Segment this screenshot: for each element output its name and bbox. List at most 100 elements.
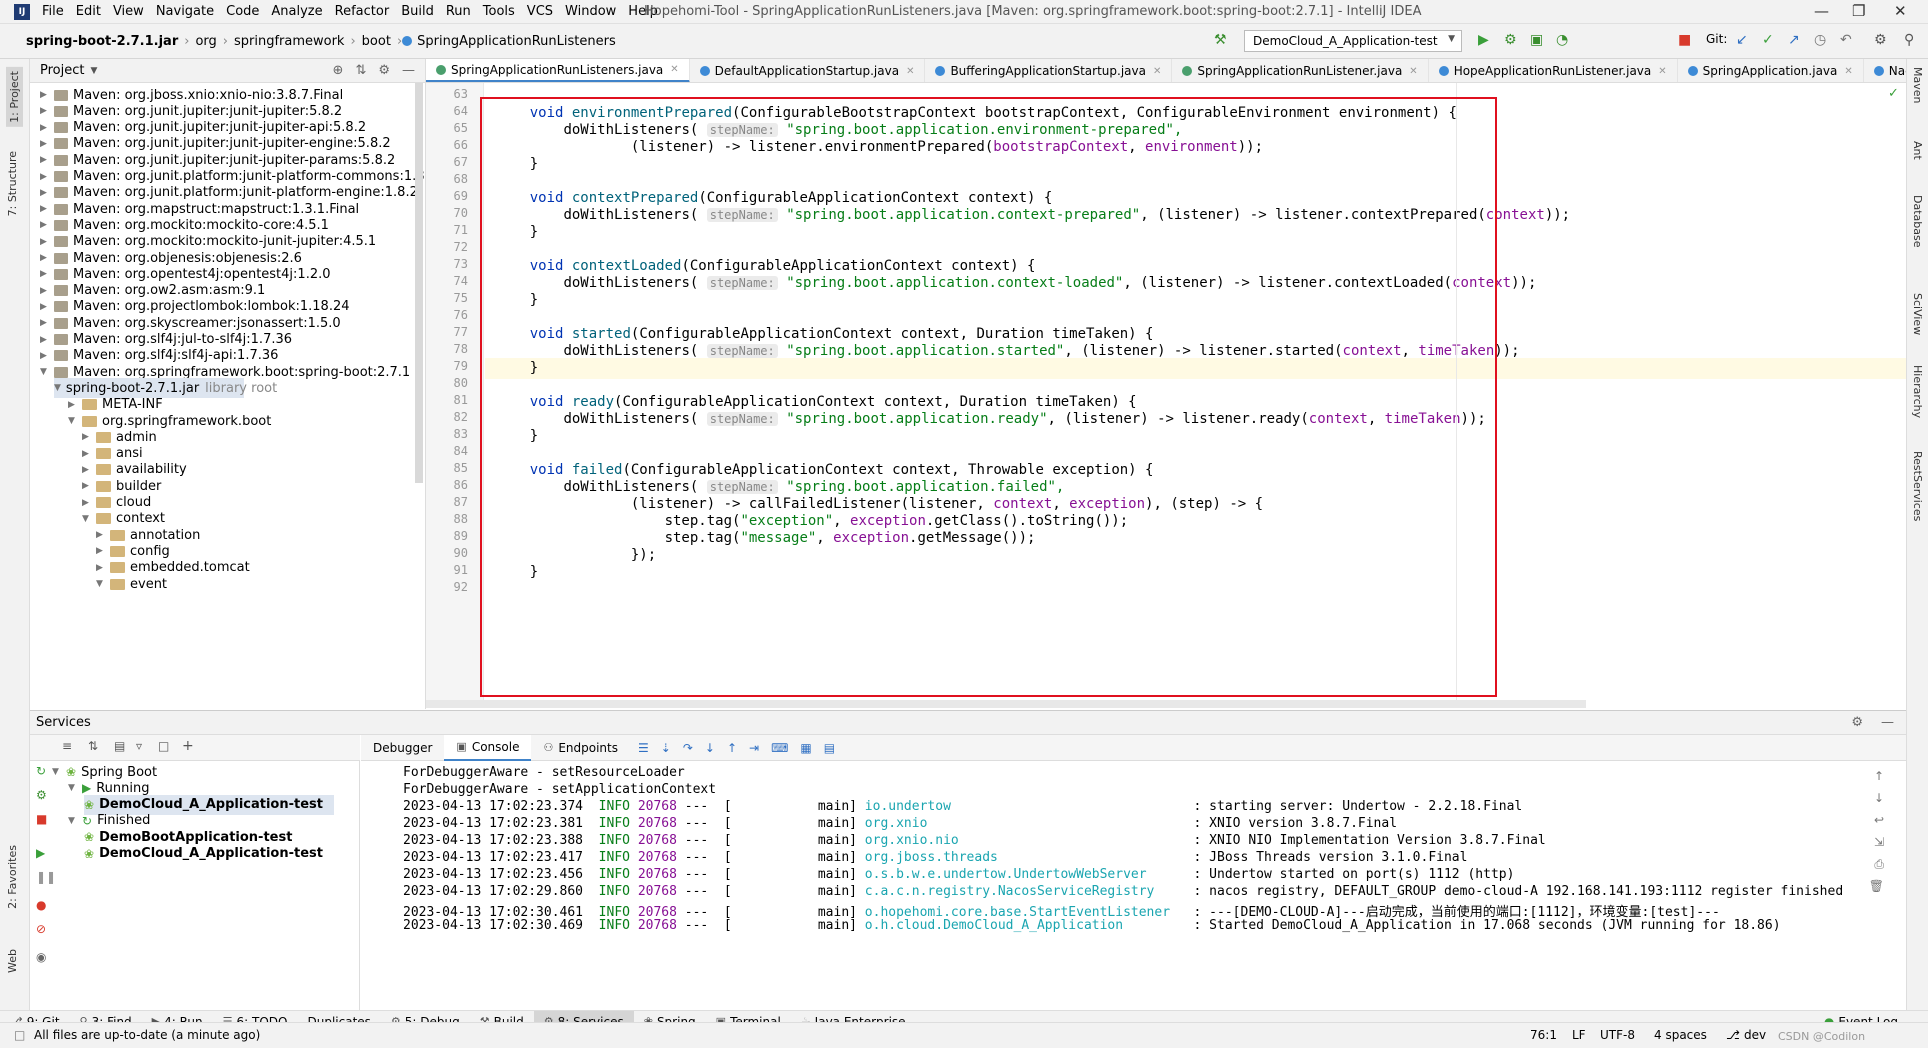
- profile-icon[interactable]: ◔: [1556, 32, 1568, 48]
- breadcrumb-boot[interactable]: boot: [356, 34, 397, 49]
- collapse-all-icon[interactable]: ⇅: [355, 63, 366, 78]
- chevron-right-icon[interactable]: ▶: [96, 530, 110, 540]
- scroll-up-icon[interactable]: ↑: [1874, 769, 1884, 783]
- breakpoint-icon[interactable]: ●: [36, 898, 46, 912]
- breadcrumb-class[interactable]: SpringApplicationRunListeners: [417, 34, 616, 49]
- chevron-right-icon[interactable]: ▶: [40, 90, 54, 100]
- menu-file[interactable]: File: [36, 4, 70, 19]
- editor-tab[interactable]: SpringApplicationRunListener.java ✕: [1172, 59, 1429, 82]
- camera-icon[interactable]: ◉: [36, 950, 46, 964]
- chevron-right-icon[interactable]: ▶: [96, 546, 110, 556]
- close-icon[interactable]: ✕: [1894, 2, 1907, 20]
- chevron-right-icon[interactable]: ▶: [82, 465, 96, 475]
- build-hammer-icon[interactable]: ⚒: [1214, 32, 1227, 48]
- chevron-down-icon[interactable]: ▼: [82, 514, 96, 524]
- close-tab-icon[interactable]: ✕: [1409, 66, 1417, 77]
- editor-tab[interactable]: SpringApplicationRunListeners.java ✕: [426, 59, 690, 82]
- chevron-right-icon[interactable]: ▶: [82, 481, 96, 491]
- tool-tab-database[interactable]: Database: [1911, 195, 1924, 248]
- close-tab-icon[interactable]: ✕: [670, 64, 678, 75]
- close-tab-icon[interactable]: ✕: [1844, 66, 1852, 77]
- project-scrollbar[interactable]: [415, 83, 423, 483]
- expand-all-icon[interactable]: ≡: [62, 739, 72, 753]
- tool-tab-sciview[interactable]: SciView: [1911, 293, 1924, 335]
- collapse-all-icon[interactable]: ⇅: [88, 739, 98, 753]
- chevron-right-icon[interactable]: ▶: [82, 498, 96, 508]
- rollback-icon[interactable]: ↶: [1840, 32, 1852, 48]
- tool-tab-favorites[interactable]: 2: Favorites: [6, 845, 19, 909]
- chevron-right-icon[interactable]: ▶: [40, 139, 54, 149]
- scroll-down-icon[interactable]: ⇣: [661, 741, 671, 755]
- evaluate-icon[interactable]: ⌨: [771, 741, 788, 755]
- hide-panel-icon[interactable]: —: [1881, 715, 1894, 730]
- tool-tab-restservices[interactable]: RestServices: [1911, 451, 1924, 521]
- menu-window[interactable]: Window: [559, 4, 622, 19]
- filter-icon[interactable]: ▿: [136, 739, 142, 753]
- locate-icon[interactable]: ⊕: [333, 63, 344, 78]
- run-icon[interactable]: ▶: [1478, 32, 1489, 48]
- tool-tab-ant[interactable]: Ant: [1911, 141, 1924, 160]
- inspection-ok-icon[interactable]: ✓: [1888, 86, 1899, 101]
- tool-tab-maven[interactable]: Maven: [1911, 67, 1924, 103]
- git-push-icon[interactable]: ↗: [1788, 32, 1800, 48]
- menu-tools[interactable]: Tools: [477, 4, 521, 19]
- settings-gear-icon[interactable]: ⚙: [1874, 32, 1887, 48]
- menu-navigate[interactable]: Navigate: [150, 4, 220, 19]
- chevron-down-icon[interactable]: ▼: [68, 783, 82, 793]
- log-logger[interactable]: io.undertow: [865, 799, 1186, 814]
- editor-tab[interactable]: SpringApplication.java ✕: [1678, 59, 1864, 82]
- editor-tab[interactable]: DefaultApplicationStartup.java ✕: [690, 59, 926, 82]
- menu-view[interactable]: View: [107, 4, 150, 19]
- indent-setting[interactable]: 4 spaces: [1654, 1028, 1707, 1042]
- soft-wrap-icon[interactable]: ↩: [1874, 813, 1884, 827]
- chevron-down-icon[interactable]: ▼: [96, 579, 110, 589]
- settings-gear-icon[interactable]: ⚙: [378, 63, 390, 78]
- chevron-right-icon[interactable]: ▶: [40, 269, 54, 279]
- close-tab-icon[interactable]: ✕: [1658, 66, 1666, 77]
- new-tab-icon[interactable]: □: [158, 739, 169, 753]
- debug-icon[interactable]: ⚙: [36, 788, 47, 802]
- menu-edit[interactable]: Edit: [70, 4, 107, 19]
- console-output[interactable]: ForDebuggerAware - setResourceLoader ForD…: [361, 761, 1906, 1011]
- status-panel-icon[interactable]: □: [14, 1028, 25, 1042]
- print-icon[interactable]: ⎙: [1874, 857, 1884, 872]
- chevron-right-icon[interactable]: ▶: [40, 220, 54, 230]
- chevron-right-icon[interactable]: ▶: [40, 172, 54, 182]
- chevron-down-icon[interactable]: ▼: [40, 367, 54, 377]
- tab-debugger[interactable]: Debugger: [361, 735, 444, 761]
- log-logger[interactable]: o.s.b.w.e.undertow.UndertowWebServer: [865, 867, 1186, 882]
- chevron-down-icon[interactable]: ▼: [54, 383, 61, 393]
- tab-endpoints[interactable]: ⚇ Endpoints: [531, 735, 630, 761]
- settings-gear-icon[interactable]: ⚙: [1851, 715, 1863, 730]
- close-tab-icon[interactable]: ✕: [906, 66, 914, 77]
- editor-tab[interactable]: HopeApplicationRunListener.java ✕: [1429, 59, 1678, 82]
- tool-tab-hierarchy[interactable]: Hierarchy: [1911, 365, 1924, 418]
- log-logger[interactable]: org.xnio: [865, 816, 1186, 831]
- chevron-right-icon[interactable]: ▶: [96, 563, 110, 573]
- tool-tab-structure[interactable]: 7: Structure: [6, 151, 19, 216]
- tool-tab-web[interactable]: Web: [6, 949, 19, 973]
- search-icon[interactable]: ⚲: [1904, 32, 1914, 48]
- git-commit-icon[interactable]: ✓: [1762, 32, 1774, 48]
- editor-horizontal-scrollbar[interactable]: [426, 700, 1586, 708]
- menu-refactor[interactable]: Refactor: [329, 4, 396, 19]
- hide-panel-icon[interactable]: —: [402, 63, 415, 78]
- tree-item[interactable]: ▼ event: [96, 574, 167, 594]
- chevron-down-icon[interactable]: ▼: [68, 816, 82, 826]
- chevron-right-icon[interactable]: ▶: [40, 253, 54, 263]
- stop-icon[interactable]: ■: [1678, 32, 1691, 48]
- chevron-right-icon[interactable]: ▶: [40, 188, 54, 198]
- breadcrumb-springframework[interactable]: springframework: [228, 34, 350, 49]
- chevron-right-icon[interactable]: ▶: [82, 432, 96, 442]
- minimize-icon[interactable]: —: [1814, 2, 1829, 20]
- menu-build[interactable]: Build: [395, 4, 440, 19]
- run-configuration-select[interactable]: DemoCloud_A_Application-test ▼: [1244, 30, 1462, 52]
- chevron-right-icon[interactable]: ▶: [40, 123, 54, 133]
- chevron-right-icon[interactable]: ▶: [68, 400, 82, 410]
- run-to-cursor-icon[interactable]: ⇥: [749, 741, 759, 755]
- breadcrumb-jar[interactable]: spring-boot-2.7.1.jar: [20, 34, 184, 49]
- log-logger[interactable]: c.a.c.n.registry.NacosServiceRegistry: [865, 884, 1186, 899]
- log-logger[interactable]: o.h.cloud.DemoCloud_A_Application: [865, 918, 1186, 933]
- git-update-icon[interactable]: ↙: [1736, 32, 1748, 48]
- menu-analyze[interactable]: Analyze: [265, 4, 328, 19]
